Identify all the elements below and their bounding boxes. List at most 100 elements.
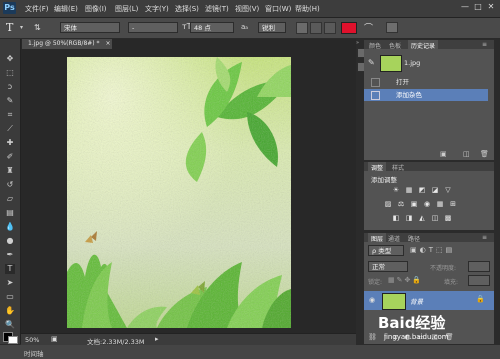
tab-layers[interactable]: 图层 <box>368 233 387 244</box>
levels-icon[interactable]: ▦ <box>405 186 413 194</box>
layer-row-background[interactable]: ◉ 背景 🔒 <box>364 291 494 310</box>
dock-collapse-icon[interactable]: » <box>356 40 363 46</box>
menu-image[interactable]: 图像(I) <box>85 4 107 14</box>
layers-menu-icon[interactable]: ≡ <box>482 234 487 241</box>
document-tab[interactable]: 1.jpg @ 50%(RGB/8#) * × <box>22 39 112 49</box>
pen-tool-icon[interactable]: ✒ <box>5 250 15 260</box>
healing-brush-tool-icon[interactable]: ✚ <box>5 138 15 148</box>
history-item-open[interactable]: 打开 <box>364 76 488 88</box>
history-item-add-noise[interactable]: 添加杂色 <box>364 89 488 101</box>
blend-mode-select[interactable]: 正常 <box>368 261 408 272</box>
crop-tool-icon[interactable]: ⌗ <box>5 110 15 120</box>
hand-tool-icon[interactable]: ✋ <box>5 306 15 316</box>
layers-panel-tabs: 图层 通道 路径 ≡ <box>364 233 494 244</box>
snapshot-thumbnail[interactable] <box>380 55 402 72</box>
curves-icon[interactable]: ◩ <box>418 186 426 194</box>
menu-help[interactable]: 帮助(H) <box>295 4 320 14</box>
photo-filter-icon[interactable]: ◉ <box>423 200 431 208</box>
menu-view[interactable]: 视图(V) <box>235 4 259 14</box>
tab-color[interactable]: 颜色 <box>369 41 381 50</box>
panel-menu-icon[interactable]: ≡ <box>482 41 487 48</box>
anti-alias-select[interactable]: 锐利 <box>258 22 286 33</box>
align-center-icon[interactable] <box>310 22 322 34</box>
color-lookup-icon[interactable]: ⊞ <box>449 200 457 208</box>
dodge-tool-icon[interactable]: ● <box>5 236 15 246</box>
vibrance-icon[interactable]: ▽ <box>444 186 452 194</box>
font-family-select[interactable]: 宋体 <box>60 22 120 33</box>
menu-edit[interactable]: 编辑(E) <box>54 4 78 14</box>
type-tool-icon[interactable]: T <box>6 21 13 34</box>
menu-type[interactable]: 文字(Y) <box>145 4 169 14</box>
move-tool-icon[interactable]: ✥ <box>5 54 15 64</box>
orientation-toggle-icon[interactable]: ⇅ <box>34 23 41 32</box>
new-document-icon[interactable]: ◫ <box>463 150 470 158</box>
tab-paths[interactable]: 路径 <box>408 234 420 243</box>
marquee-tool-icon[interactable]: ⬚ <box>5 68 15 78</box>
menu-filter[interactable]: 滤镜(T) <box>205 4 229 14</box>
align-left-icon[interactable] <box>296 22 308 34</box>
color-balance-icon[interactable]: ⚖ <box>397 200 405 208</box>
align-right-icon[interactable] <box>324 22 336 34</box>
blur-tool-icon[interactable]: 💧 <box>5 222 15 232</box>
gradient-tool-icon[interactable]: ▤ <box>5 208 15 218</box>
layer-filter-icons[interactable]: ▣◐T⬚▤ <box>410 246 455 254</box>
layer-name[interactable]: 背景 <box>410 296 423 306</box>
gradient-map-icon[interactable]: ◫ <box>431 214 439 222</box>
invert-icon[interactable]: ◧ <box>392 214 400 222</box>
selective-color-icon[interactable]: ▩ <box>444 214 452 222</box>
history-item-label: 添加杂色 <box>396 91 422 99</box>
status-info-icon[interactable]: ▣ <box>51 335 58 343</box>
lock-icons[interactable]: ▦✎✥🔒 <box>388 276 423 284</box>
new-snapshot-icon[interactable]: ▣ <box>440 150 447 158</box>
snapshot-brush-icon[interactable]: ✎ <box>368 58 378 68</box>
zoom-tool-icon[interactable]: 🔍 <box>5 320 15 330</box>
shape-tool-icon[interactable]: ▭ <box>5 292 15 302</box>
black-white-icon[interactable]: ▣ <box>410 200 418 208</box>
maximize-button[interactable]: □ <box>473 2 483 12</box>
exposure-icon[interactable]: ◪ <box>431 186 439 194</box>
clone-stamp-tool-icon[interactable]: ♜ <box>5 166 15 176</box>
zoom-level[interactable]: 50% <box>25 336 39 344</box>
text-color-swatch[interactable] <box>341 22 357 34</box>
history-brush-tool-icon[interactable]: ↺ <box>5 180 15 190</box>
eyedropper-tool-icon[interactable]: ⟋ <box>5 124 15 134</box>
opacity-field[interactable] <box>468 261 490 272</box>
tab-channels[interactable]: 通道 <box>388 234 400 243</box>
path-select-tool-icon[interactable]: ➤ <box>5 278 15 288</box>
brightness-contrast-icon[interactable]: ☀ <box>392 186 400 194</box>
menu-window[interactable]: 窗口(W) <box>265 4 291 14</box>
layer-filter-select[interactable]: ρ 类型 <box>368 245 404 256</box>
character-panel-icon[interactable] <box>386 22 398 33</box>
type-tool-button-icon[interactable]: T <box>5 264 15 274</box>
lasso-tool-icon[interactable]: ↄ <box>5 82 15 92</box>
tab-history[interactable]: 历史记录 <box>408 40 439 51</box>
menu-select[interactable]: 选择(S) <box>175 4 199 14</box>
font-style-select[interactable]: - <box>128 22 178 33</box>
brush-tool-icon[interactable]: ✐ <box>5 152 15 162</box>
tab-styles[interactable]: 样式 <box>392 163 404 172</box>
status-menu-arrow-icon[interactable]: ▸ <box>155 335 159 343</box>
tab-swatches[interactable]: 色板 <box>389 41 401 50</box>
eraser-tool-icon[interactable]: ▱ <box>5 194 15 204</box>
tab-adjustments[interactable]: 调整 <box>368 162 387 173</box>
document-tab-close-icon[interactable]: × <box>105 40 110 47</box>
warp-text-icon[interactable]: ⌒ <box>364 21 373 34</box>
quick-select-tool-icon[interactable]: ✎ <box>5 96 15 106</box>
canvas-image[interactable] <box>67 57 291 328</box>
visibility-eye-icon[interactable]: ◉ <box>369 296 375 304</box>
minimize-button[interactable]: — <box>460 2 470 12</box>
snapshot-name[interactable]: 1.jpg <box>404 59 420 67</box>
hue-saturation-icon[interactable]: ▨ <box>384 200 392 208</box>
delete-state-icon[interactable]: 🗑 <box>480 150 489 158</box>
threshold-icon[interactable]: ◭ <box>418 214 426 222</box>
font-size-select[interactable]: 48 点 <box>190 22 234 33</box>
posterize-icon[interactable]: ◨ <box>405 214 413 222</box>
background-color-swatch[interactable] <box>8 336 18 344</box>
fill-field[interactable] <box>468 275 490 286</box>
channel-mixer-icon[interactable]: ▦ <box>436 200 444 208</box>
timeline-label[interactable]: 时间轴 <box>24 348 44 358</box>
menu-layer[interactable]: 图层(L) <box>115 4 138 14</box>
close-window-button[interactable]: ✕ <box>486 2 496 12</box>
tool-preset-chevron-icon[interactable]: ▾ <box>20 24 23 31</box>
menu-file[interactable]: 文件(F) <box>25 4 49 14</box>
